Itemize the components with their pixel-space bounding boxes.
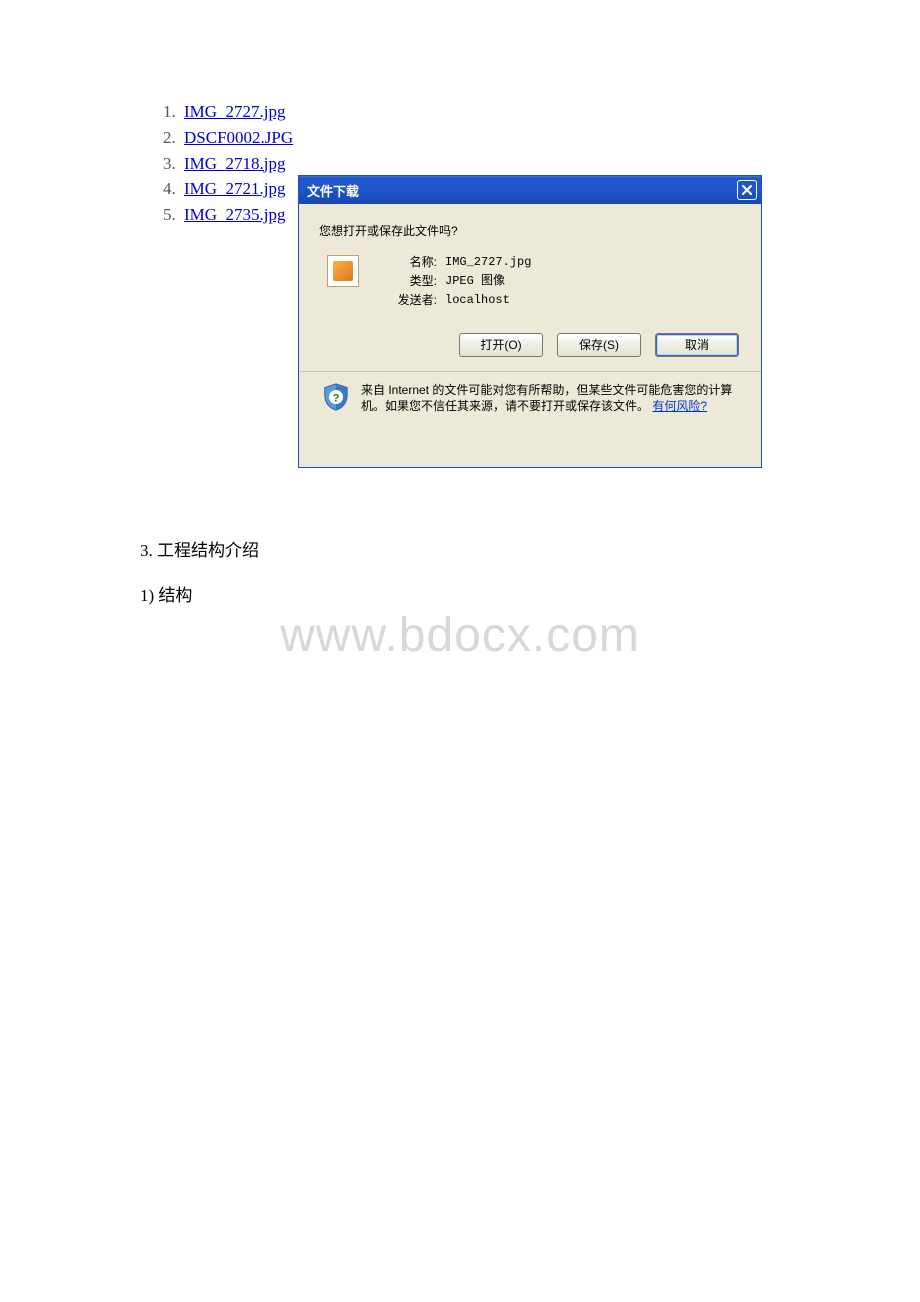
file-type-icon (327, 255, 359, 287)
file-link[interactable]: IMG_2735.jpg (184, 205, 286, 224)
list-item: IMG_2718.jpg (180, 152, 780, 176)
file-link[interactable]: IMG_2721.jpg (184, 179, 286, 198)
file-link[interactable]: IMG_2727.jpg (184, 102, 286, 121)
dialog-body: 您想打开或保存此文件吗? 名称: IMG_2727.jpg 类型: JPEG 图… (299, 204, 761, 432)
document-body-text: 3. 工程结构介绍 1) 结构 (140, 536, 259, 626)
file-info-block: 名称: IMG_2727.jpg 类型: JPEG 图像 发送者: localh… (327, 253, 743, 311)
value-type: JPEG 图像 (445, 272, 505, 291)
dialog-titlebar[interactable]: 文件下载 (299, 176, 761, 204)
list-item: DSCF0002.JPG (180, 126, 780, 150)
label-sender: 发送者: (379, 291, 437, 310)
close-button[interactable] (737, 180, 757, 200)
subsection-heading: 1) 结构 (140, 581, 259, 606)
watermark: www.bdocx.com (0, 608, 920, 663)
svg-text:?: ? (333, 392, 340, 404)
dialog-separator (299, 371, 761, 372)
cancel-button[interactable]: 取消 (655, 333, 739, 357)
file-link[interactable]: IMG_2718.jpg (184, 154, 286, 173)
save-button[interactable]: 保存(S) (557, 333, 641, 357)
label-type: 类型: (379, 272, 437, 291)
file-download-dialog: 文件下载 您想打开或保存此文件吗? 名称: IMG_2727.jpg 类型: J… (298, 175, 762, 468)
dialog-prompt: 您想打开或保存此文件吗? (319, 222, 743, 239)
risk-link[interactable]: 有何风险? (652, 399, 707, 413)
file-info-table: 名称: IMG_2727.jpg 类型: JPEG 图像 发送者: localh… (379, 253, 531, 311)
section-heading: 3. 工程结构介绍 (140, 536, 259, 561)
label-name: 名称: (379, 253, 437, 272)
security-warning: ? 来自 Internet 的文件可能对您有所帮助，但某些文件可能危害您的计算机… (317, 382, 743, 418)
value-sender: localhost (445, 291, 510, 310)
close-icon (741, 184, 753, 196)
list-item: IMG_2727.jpg (180, 100, 780, 124)
value-name: IMG_2727.jpg (445, 253, 531, 272)
shield-icon: ? (321, 382, 351, 412)
warning-text: 来自 Internet 的文件可能对您有所帮助，但某些文件可能危害您的计算机。如… (361, 382, 739, 414)
dialog-button-row: 打开(O) 保存(S) 取消 (317, 333, 739, 357)
dialog-title: 文件下载 (307, 181, 359, 200)
open-button[interactable]: 打开(O) (459, 333, 543, 357)
file-link[interactable]: DSCF0002.JPG (184, 128, 293, 147)
